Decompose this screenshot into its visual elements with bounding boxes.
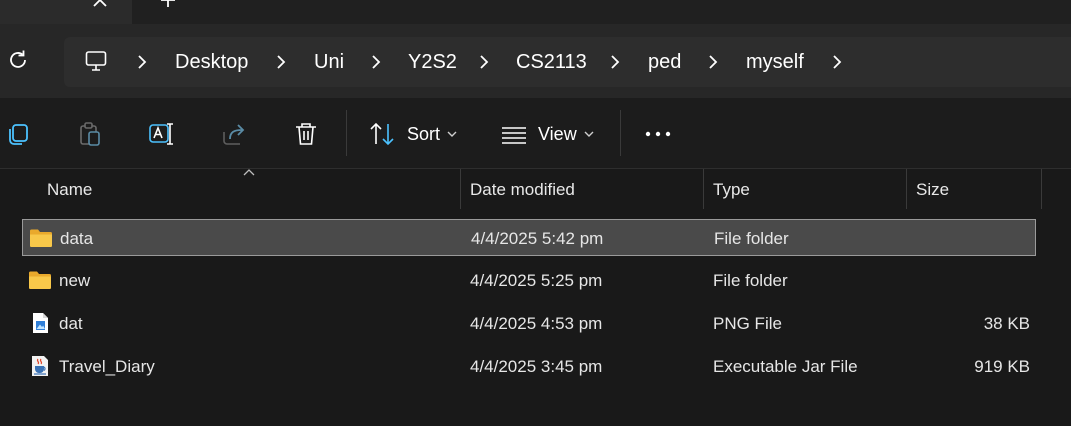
- share-icon[interactable]: [220, 120, 248, 148]
- command-bar: Sort View: [0, 98, 1071, 169]
- column-divider[interactable]: [906, 169, 907, 209]
- sort-icon[interactable]: [368, 120, 396, 148]
- breadcrumb-chevron-icon[interactable]: [275, 54, 287, 70]
- file-row[interactable]: dat 4/4/2025 4:53 pm PNG File 38 KB: [22, 305, 1036, 342]
- chevron-down-icon[interactable]: [446, 128, 458, 140]
- active-tab[interactable]: [0, 0, 132, 24]
- breadcrumb-myself[interactable]: myself: [746, 50, 804, 74]
- paste-icon[interactable]: [76, 120, 104, 148]
- folder-icon: [30, 229, 52, 247]
- this-pc-icon[interactable]: [84, 49, 108, 73]
- file-type: File folder: [714, 229, 789, 248]
- breadcrumb-uni[interactable]: Uni: [314, 50, 344, 74]
- breadcrumb-chevron-icon[interactable]: [831, 54, 843, 70]
- column-date-modified[interactable]: Date modified: [470, 179, 575, 201]
- breadcrumb-chevron-icon[interactable]: [136, 54, 148, 70]
- address-row: Desktop Uni Y2S2 CS2113 ped myself: [0, 24, 1071, 98]
- file-row[interactable]: data 4/4/2025 5:42 pm File folder: [22, 219, 1036, 256]
- breadcrumb-chevron-icon[interactable]: [478, 54, 490, 70]
- breadcrumb-chevron-icon[interactable]: [609, 54, 621, 70]
- more-options-icon[interactable]: [644, 120, 672, 148]
- file-size: 38 KB: [983, 314, 1030, 333]
- column-header: Name Date modified Type Size: [0, 169, 1071, 209]
- refresh-icon[interactable]: [6, 48, 30, 72]
- view-icon[interactable]: [500, 120, 528, 148]
- column-divider[interactable]: [460, 169, 461, 209]
- breadcrumb-chevron-icon[interactable]: [707, 54, 719, 70]
- file-row[interactable]: Travel_Diary 4/4/2025 3:45 pm Executable…: [22, 348, 1036, 385]
- file-date-modified: 4/4/2025 5:42 pm: [471, 229, 604, 248]
- file-row[interactable]: new 4/4/2025 5:25 pm File folder: [22, 262, 1036, 299]
- toolbar-divider: [620, 110, 621, 156]
- address-bar[interactable]: Desktop Uni Y2S2 CS2113 ped myself: [64, 37, 1071, 87]
- tab-strip: [0, 0, 1071, 24]
- file-type: File folder: [713, 271, 788, 290]
- sort-button[interactable]: Sort: [407, 123, 440, 145]
- delete-icon[interactable]: [292, 120, 320, 148]
- png-file-icon: [33, 313, 48, 333]
- folder-icon: [29, 271, 51, 289]
- column-name[interactable]: Name: [47, 179, 92, 201]
- file-date-modified: 4/4/2025 3:45 pm: [470, 357, 603, 376]
- file-name: data: [60, 229, 94, 248]
- file-name: Travel_Diary: [59, 357, 155, 376]
- view-button[interactable]: View: [538, 123, 577, 145]
- chevron-down-icon[interactable]: [583, 128, 595, 140]
- new-tab-icon[interactable]: [158, 0, 178, 10]
- sort-ascending-icon: [243, 169, 255, 176]
- breadcrumb-desktop[interactable]: Desktop: [175, 50, 248, 74]
- toolbar-divider: [346, 110, 347, 156]
- file-date-modified: 4/4/2025 5:25 pm: [470, 271, 603, 290]
- file-type: Executable Jar File: [713, 357, 858, 376]
- jar-file-icon: [32, 356, 48, 376]
- breadcrumb-y2s2[interactable]: Y2S2: [408, 50, 457, 74]
- breadcrumb-cs2113[interactable]: CS2113: [516, 50, 587, 74]
- file-name: dat: [59, 314, 83, 333]
- copy-icon[interactable]: [4, 120, 32, 148]
- file-date-modified: 4/4/2025 4:53 pm: [470, 314, 603, 333]
- column-type[interactable]: Type: [713, 179, 750, 201]
- file-type: PNG File: [713, 314, 782, 333]
- close-tab-icon[interactable]: [90, 0, 110, 10]
- column-divider[interactable]: [703, 169, 704, 209]
- breadcrumb-ped[interactable]: ped: [648, 50, 681, 74]
- column-size[interactable]: Size: [916, 179, 949, 201]
- column-divider[interactable]: [1041, 169, 1042, 209]
- breadcrumb-chevron-icon[interactable]: [370, 54, 382, 70]
- file-size: 919 KB: [974, 357, 1030, 376]
- rename-icon[interactable]: [148, 120, 176, 148]
- file-name: new: [59, 271, 91, 290]
